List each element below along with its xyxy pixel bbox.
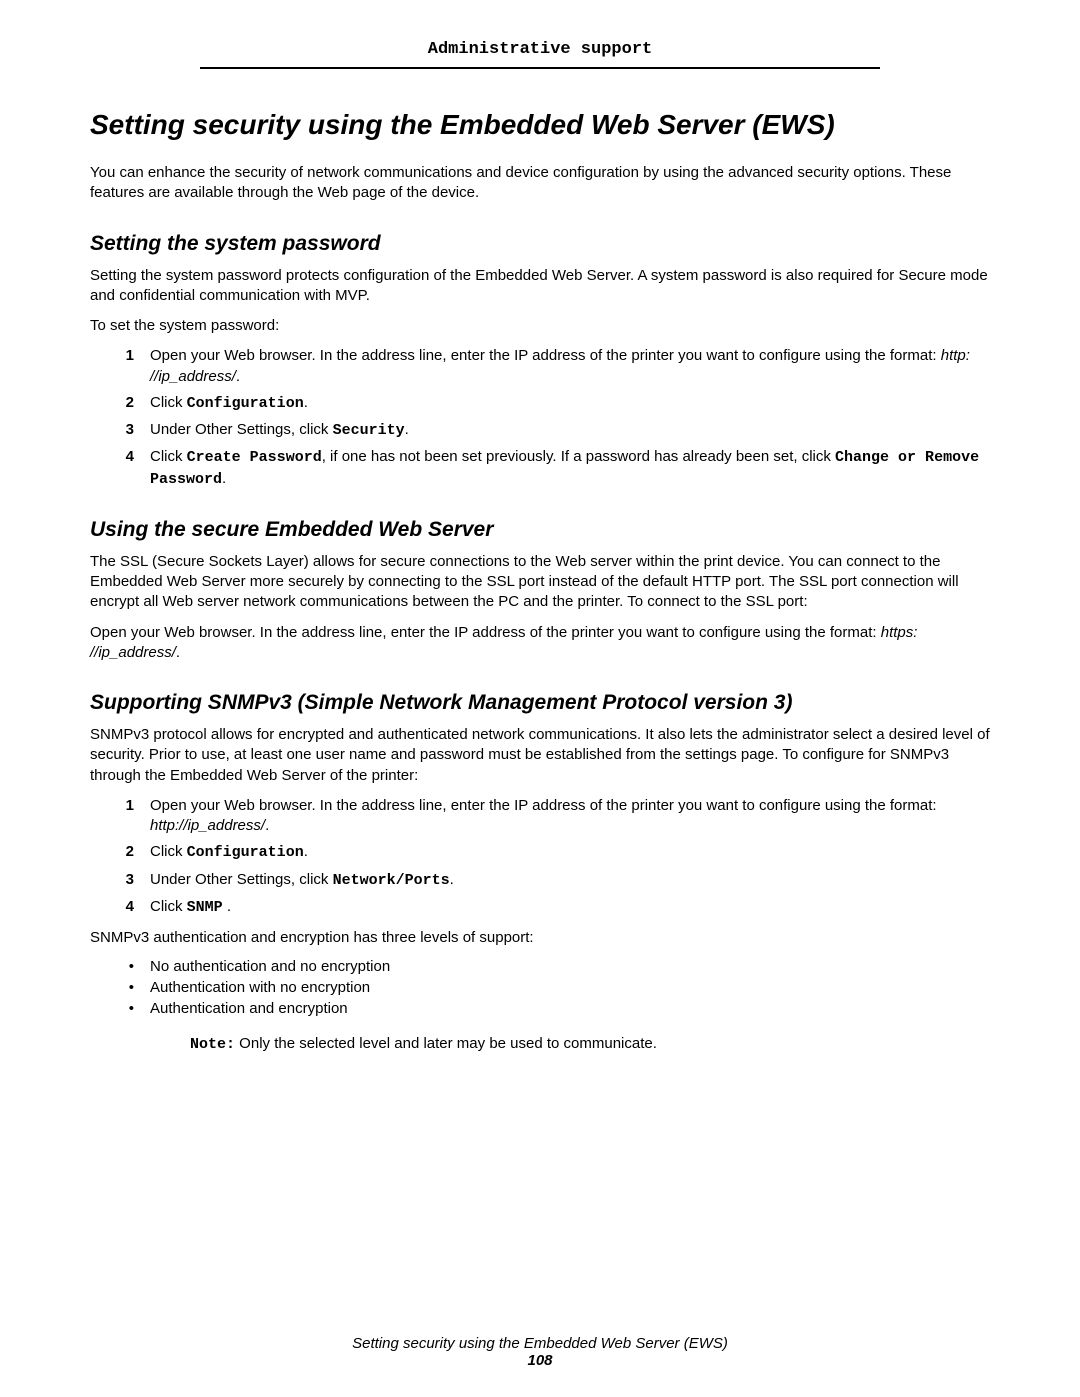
text-run: . [223, 898, 231, 915]
bullet-icon: • [90, 979, 150, 996]
step-item: 2 Click Configuration. [90, 393, 990, 414]
text-mono: Configuration [187, 395, 304, 412]
step-text: Under Other Settings, click Security. [150, 420, 990, 441]
steps-list-set-password: 1 Open your Web browser. In the address … [90, 346, 990, 490]
footer-title: Setting security using the Embedded Web … [0, 1335, 1080, 1352]
text-run: . [176, 644, 180, 661]
body-text: To set the system password: [90, 316, 990, 336]
bullet-list-support-levels: •No authentication and no encryption •Au… [90, 958, 990, 1017]
list-item: •Authentication with no encryption [90, 979, 990, 996]
text-run: Click [150, 448, 187, 465]
text-run: Open your Web browser. In the address li… [90, 624, 881, 641]
text-mono: Security [333, 422, 405, 439]
text-italic: http://ip_address/ [150, 817, 265, 834]
section-heading-snmpv3: Supporting SNMPv3 (Simple Network Manage… [90, 691, 990, 715]
text-run: . [450, 871, 454, 888]
step-number: 2 [90, 842, 150, 863]
step-number: 1 [90, 346, 150, 387]
step-item: 3 Under Other Settings, click Network/Po… [90, 870, 990, 891]
text-mono: Create Password [187, 449, 322, 466]
body-text: The SSL (Secure Sockets Layer) allows fo… [90, 552, 990, 613]
body-text: Open your Web browser. In the address li… [90, 623, 990, 664]
step-item: 4 Click Create Password, if one has not … [90, 447, 990, 490]
step-number: 3 [90, 870, 150, 891]
intro-paragraph: You can enhance the security of network … [90, 163, 990, 204]
page-footer: Setting security using the Embedded Web … [0, 1335, 1080, 1369]
text-run: . [405, 421, 409, 438]
step-text: Click Configuration. [150, 393, 990, 414]
step-text: Click Configuration. [150, 842, 990, 863]
text-run: , if one has not been set previously. If… [322, 448, 835, 465]
note-text: Only the selected level and later may be… [235, 1035, 657, 1052]
text-run: . [265, 817, 269, 834]
body-text: SNMPv3 authentication and encryption has… [90, 928, 990, 948]
bullet-icon: • [90, 958, 150, 975]
text-run: Under Other Settings, click [150, 421, 333, 438]
text-run: . [304, 394, 308, 411]
list-text: Authentication and encryption [150, 1000, 348, 1017]
list-item: •No authentication and no encryption [90, 958, 990, 975]
note-block: Note: Only the selected level and later … [190, 1035, 990, 1053]
text-run: Open your Web browser. In the address li… [150, 347, 941, 364]
step-number: 4 [90, 447, 150, 490]
step-text: Open your Web browser. In the address li… [150, 796, 990, 837]
step-item: 3 Under Other Settings, click Security. [90, 420, 990, 441]
note-label: Note: [190, 1036, 235, 1053]
text-mono: SNMP [187, 899, 223, 916]
page-header: Administrative support [90, 40, 990, 67]
text-run: Click [150, 843, 187, 860]
step-number: 3 [90, 420, 150, 441]
text-run: . [222, 470, 226, 487]
text-run: . [236, 368, 240, 385]
text-run: Click [150, 898, 187, 915]
steps-list-snmpv3: 1 Open your Web browser. In the address … [90, 796, 990, 918]
text-run: Click [150, 394, 187, 411]
list-text: Authentication with no encryption [150, 979, 370, 996]
footer-page-number: 108 [0, 1352, 1080, 1369]
step-number: 4 [90, 897, 150, 918]
page-title: Setting security using the Embedded Web … [90, 109, 990, 141]
list-item: •Authentication and encryption [90, 1000, 990, 1017]
text-mono: Configuration [187, 844, 304, 861]
header-rule [200, 67, 880, 69]
step-number: 2 [90, 393, 150, 414]
step-text: Under Other Settings, click Network/Port… [150, 870, 990, 891]
step-item: 1 Open your Web browser. In the address … [90, 796, 990, 837]
bullet-icon: • [90, 1000, 150, 1017]
step-item: 1 Open your Web browser. In the address … [90, 346, 990, 387]
text-run: Under Other Settings, click [150, 871, 333, 888]
step-number: 1 [90, 796, 150, 837]
text-run: Open your Web browser. In the address li… [150, 797, 937, 814]
section-heading-system-password: Setting the system password [90, 232, 990, 256]
step-item: 2 Click Configuration. [90, 842, 990, 863]
text-run: . [304, 843, 308, 860]
step-text: Open your Web browser. In the address li… [150, 346, 990, 387]
body-text: SNMPv3 protocol allows for encrypted and… [90, 725, 990, 786]
step-text: Click Create Password, if one has not be… [150, 447, 990, 490]
step-text: Click SNMP . [150, 897, 990, 918]
list-text: No authentication and no encryption [150, 958, 390, 975]
body-text: Setting the system password protects con… [90, 266, 990, 307]
text-mono: Network/Ports [333, 872, 450, 889]
section-heading-secure-ews: Using the secure Embedded Web Server [90, 518, 990, 542]
step-item: 4 Click SNMP . [90, 897, 990, 918]
